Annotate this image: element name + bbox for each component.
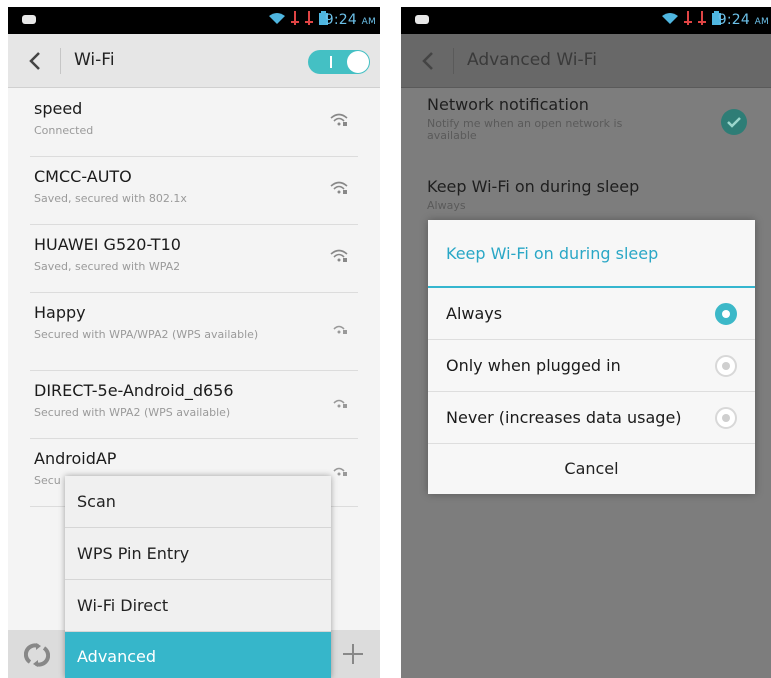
add-network-icon[interactable] — [342, 643, 364, 665]
wifi-signal-icon — [333, 467, 347, 476]
list-item[interactable]: HUAWEI G520-T10 Saved, secured with WPA2 — [30, 225, 358, 293]
dialog-title: Keep Wi-Fi on during sleep — [428, 220, 755, 288]
menu-item-scan[interactable]: Scan — [65, 476, 331, 528]
radio-unselected-icon[interactable] — [715, 355, 737, 377]
keep-wifi-dialog: Keep Wi-Fi on during sleep Always Only w… — [428, 220, 755, 494]
keep-wifi-on-setting[interactable]: Keep Wi-Fi on during sleep Always — [427, 177, 667, 212]
notification-icon — [22, 15, 36, 24]
divider — [453, 48, 454, 74]
list-item[interactable]: CMCC-AUTO Saved, secured with 802.1x — [30, 157, 358, 225]
list-item[interactable]: Happy Secured with WPA/WPA2 (WPS availab… — [30, 293, 358, 371]
network-status: Connected — [34, 124, 94, 137]
network-status: Saved, secured with 802.1x — [34, 192, 187, 205]
action-bar: Wi-Fi — [8, 34, 380, 88]
status-bar: 9:24 AM — [8, 7, 380, 34]
divider — [60, 48, 61, 74]
list-item[interactable]: DIRECT-5e-Android_d656 Secured with WPA2… — [30, 371, 358, 439]
wifi-signal-icon — [333, 399, 347, 408]
option-label: Never (increases data usage) — [446, 408, 682, 427]
network-list: speed Connected CMCC-AUTO Saved, secured… — [8, 89, 380, 507]
menu-item-wps-pin-entry[interactable]: WPS Pin Entry — [65, 528, 331, 580]
radio-unselected-icon[interactable] — [715, 407, 737, 429]
advanced-wifi-screen: 9:24 AM Advanced Wi-Fi Network notificat… — [401, 7, 771, 678]
network-status: Secured with WPA2 (WPS available) — [34, 406, 231, 419]
list-item[interactable]: speed Connected — [30, 89, 358, 157]
wifi-signal-icon — [330, 249, 348, 262]
option-never[interactable]: Never (increases data usage) — [428, 392, 755, 444]
clock: 9:24 AM — [324, 12, 376, 28]
option-always[interactable]: Always — [428, 288, 755, 340]
signal-x-icon-2 — [305, 11, 313, 25]
network-name: speed — [34, 99, 83, 118]
wifi-signal-icon — [330, 181, 348, 194]
wifi-status-icon — [269, 12, 285, 24]
page-title: Wi-Fi — [74, 50, 115, 70]
signal-x-icon — [291, 11, 299, 25]
menu-item-advanced[interactable]: Advanced — [65, 632, 331, 678]
network-name: DIRECT-5e-Android_d656 — [34, 381, 234, 400]
radio-selected-icon[interactable] — [715, 303, 737, 325]
option-label: Only when plugged in — [446, 356, 621, 375]
notification-icon — [415, 15, 429, 24]
network-status: Secured with WPA/WPA2 (WPS available) — [34, 328, 259, 341]
network-status: Saved, secured with WPA2 — [34, 260, 181, 273]
cancel-button[interactable]: Cancel — [428, 444, 755, 494]
setting-value: Always — [427, 199, 466, 212]
status-bar: 9:24 AM — [401, 7, 771, 34]
checkbox-checked-icon[interactable] — [721, 109, 747, 135]
back-arrow-icon[interactable] — [419, 51, 439, 71]
signal-x-icon — [684, 11, 692, 25]
toggle-knob — [347, 51, 369, 73]
setting-title: Network notification — [427, 95, 589, 114]
wifi-toggle[interactable] — [308, 50, 370, 74]
refresh-icon[interactable] — [24, 642, 50, 668]
network-notification-setting[interactable]: Network notification Notify me when an o… — [427, 95, 667, 142]
wifi-signal-icon — [330, 113, 348, 126]
check-icon — [727, 117, 741, 128]
option-label: Always — [446, 304, 503, 323]
network-name: AndroidAP — [34, 449, 117, 468]
setting-description: Notify me when an open network is availa… — [427, 117, 623, 142]
network-name: HUAWEI G520-T10 — [34, 235, 181, 254]
wifi-signal-icon — [333, 325, 347, 334]
signal-x-icon-2 — [698, 11, 706, 25]
menu-item-wifi-direct[interactable]: Wi-Fi Direct — [65, 580, 331, 632]
clock: 9:24 AM — [717, 12, 769, 28]
setting-title: Keep Wi-Fi on during sleep — [427, 177, 640, 196]
wifi-settings-screen: 9:24 AM Wi-Fi speed Connected CMCC-AUTO … — [8, 7, 380, 678]
overflow-menu: Scan WPS Pin Entry Wi-Fi Direct Advanced — [65, 476, 331, 678]
network-name: Happy — [34, 303, 86, 322]
network-name: CMCC-AUTO — [34, 167, 132, 186]
back-arrow-icon[interactable] — [26, 51, 46, 71]
action-bar: Advanced Wi-Fi — [401, 34, 771, 88]
wifi-status-icon — [662, 12, 678, 24]
option-only-when-plugged-in[interactable]: Only when plugged in — [428, 340, 755, 392]
page-title: Advanced Wi-Fi — [467, 50, 597, 70]
